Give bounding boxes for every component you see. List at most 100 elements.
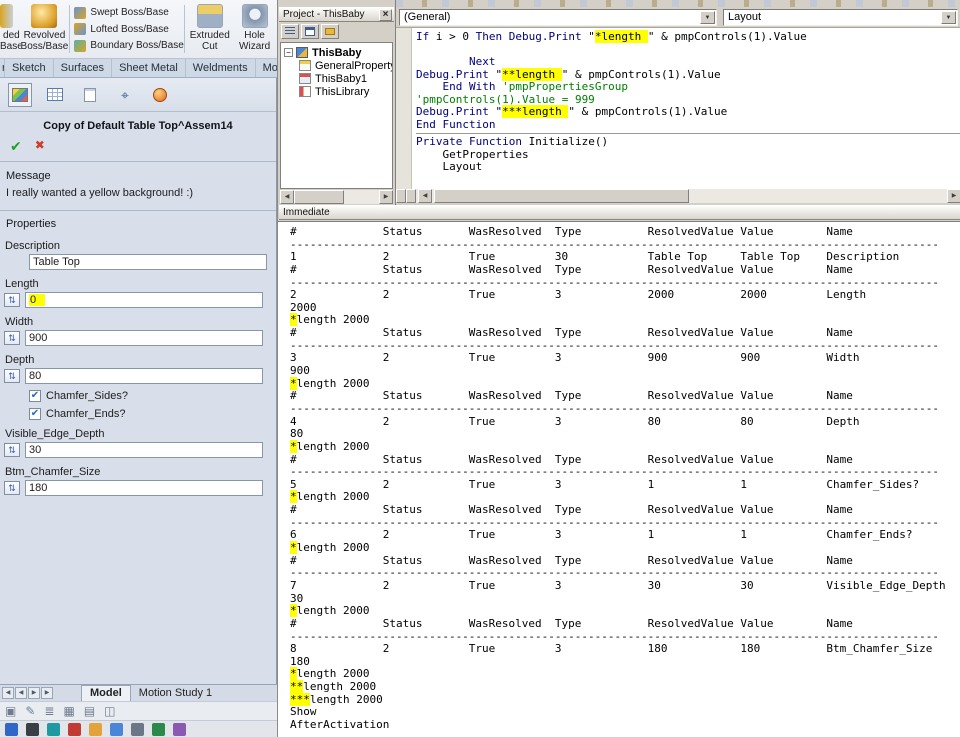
next-tab-icon[interactable]: ▶ xyxy=(28,687,40,699)
chamfer-ends-checkbox[interactable]: ✔ Chamfer_Ends? xyxy=(29,408,276,420)
hole-wizard-icon xyxy=(241,4,268,28)
immediate-line: 6 2 True 3 1 1 Chamfer_Ends? xyxy=(290,528,913,542)
project-explorer-titlebar[interactable]: Project - ThisBaby × xyxy=(279,7,394,22)
vba-editor: Project - ThisBaby × − ThisBaby GeneralP… xyxy=(277,0,960,737)
hole-wizard-button[interactable]: Hole Wizard xyxy=(232,0,277,58)
scroll-left-icon[interactable]: ◀ xyxy=(418,189,432,203)
tab-weldments[interactable]: Weldments xyxy=(186,59,256,77)
toggle-folders-button[interactable] xyxy=(321,24,339,39)
taskbar-icon[interactable] xyxy=(110,722,123,736)
split-handle[interactable] xyxy=(406,189,416,203)
confirm-button[interactable]: ✔ xyxy=(10,138,22,155)
depth-input[interactable]: 80 xyxy=(25,368,263,384)
lines-tool-icon[interactable]: ≣ xyxy=(44,704,54,718)
taskbar-icon[interactable] xyxy=(89,722,102,736)
lofted-boss-base-button[interactable]: Lofted Boss/Base xyxy=(74,23,180,36)
document-icon xyxy=(84,87,96,102)
taskbar-icon[interactable] xyxy=(173,722,186,736)
pencil-tool-icon[interactable]: ✎ xyxy=(25,704,35,718)
grid-tool-icon[interactable]: ▦ xyxy=(63,704,74,718)
extruded-boss-base-button[interactable]: ded Base xyxy=(0,0,21,58)
taskbar-icon[interactable] xyxy=(131,722,144,736)
view-code-button[interactable] xyxy=(281,24,299,39)
extruded-cut-button[interactable]: Extruded Cut xyxy=(187,0,232,58)
width-label: Width xyxy=(5,316,34,328)
tree-item-thisbaby1[interactable]: ThisBaby1 xyxy=(281,72,392,85)
taskbar-icon[interactable] xyxy=(152,722,165,736)
scrollbar-thumb[interactable] xyxy=(434,189,689,203)
close-icon[interactable]: × xyxy=(379,8,392,21)
tab-configuration-manager[interactable] xyxy=(78,83,102,107)
procedure-combobox[interactable]: Layout ▼ xyxy=(723,9,958,26)
project-horizontal-scrollbar[interactable]: ◀ ▶ xyxy=(280,190,393,204)
code-horizontal-scrollbar[interactable]: ◀ ▶ xyxy=(396,189,960,203)
table-icon xyxy=(47,88,63,101)
view-object-button[interactable] xyxy=(301,24,319,39)
boundary-boss-base-button[interactable]: Boundary Boss/Base xyxy=(74,39,184,52)
tab-display-manager[interactable] xyxy=(148,83,172,107)
cancel-button[interactable]: ✖ xyxy=(35,138,45,155)
tab-sketch[interactable]: Sketch xyxy=(5,59,54,77)
last-tab-icon[interactable]: ▶ xyxy=(41,687,53,699)
chevron-down-icon[interactable]: ▼ xyxy=(941,11,956,24)
extruded-boss-base-icon xyxy=(0,4,13,28)
split-handle[interactable] xyxy=(396,189,406,203)
swept-boss-base-button[interactable]: Swept Boss/Base xyxy=(74,6,180,19)
tab-sheet-metal[interactable]: Sheet Metal xyxy=(112,59,186,77)
chamfer-sides-checkbox[interactable]: ✔ Chamfer_Sides? xyxy=(29,390,276,402)
immediate-titlebar[interactable]: Immediate xyxy=(279,205,960,220)
tree-item-generalproperty[interactable]: GeneralProperty xyxy=(281,59,392,72)
code-editor[interactable]: If i > 0 Then Debug.Print "*length " & p… xyxy=(396,28,960,189)
immediate-pane[interactable]: # Status WasResolved Type ResolvedValue … xyxy=(278,221,960,737)
scroll-right-icon[interactable]: ▶ xyxy=(947,189,960,203)
panel-tool-icon[interactable]: ◫ xyxy=(104,704,115,718)
checkbox-label: Chamfer_Sides? xyxy=(46,390,128,402)
taskbar-icon[interactable] xyxy=(5,722,18,736)
window-title: Immediate xyxy=(283,207,330,218)
taskbar-icon[interactable] xyxy=(47,722,60,736)
table-tool-icon[interactable]: ▤ xyxy=(84,704,95,718)
tab-surfaces[interactable]: Surfaces xyxy=(54,59,113,77)
highlighted-value: 0 xyxy=(29,294,46,306)
code-line: Debug.Print "***length " & pmpControls(1… xyxy=(416,105,728,118)
immediate-line: 30 xyxy=(290,591,304,605)
tab-dim-xpert[interactable]: ⌖ xyxy=(113,83,137,107)
scroll-left-icon[interactable]: ◀ xyxy=(280,190,294,204)
tree-item-thislibrary[interactable]: ThisLibrary xyxy=(281,85,392,98)
tree-item-project[interactable]: − ThisBaby xyxy=(281,46,392,59)
button-label: Boundary Boss/Base xyxy=(90,40,184,51)
immediate-line: 5 2 True 3 1 1 Chamfer_Sides? xyxy=(290,477,920,491)
visible-edge-depth-input[interactable]: 30 xyxy=(25,442,263,458)
width-input[interactable]: 900 xyxy=(25,330,263,346)
length-input[interactable]: 0 xyxy=(25,292,263,308)
tab-motion-study[interactable]: Motion Study 1 xyxy=(131,686,220,701)
revolved-boss-base-icon xyxy=(31,4,58,28)
tab-model[interactable]: Model xyxy=(81,685,131,701)
immediate-line: 2000 xyxy=(290,300,317,314)
tab-property-manager[interactable] xyxy=(8,82,32,107)
first-tab-icon[interactable]: ◀ xyxy=(2,687,14,699)
taskbar-icon[interactable] xyxy=(26,722,39,736)
appearance-icon xyxy=(12,87,28,102)
project-explorer: Project - ThisBaby × − ThisBaby GeneralP… xyxy=(278,0,396,205)
ribbon-separator xyxy=(69,5,71,53)
code-line: End Function xyxy=(416,118,960,134)
select-tool-icon[interactable]: ▣ xyxy=(5,704,16,718)
lofted-boss-base-icon xyxy=(74,23,87,35)
collapse-icon[interactable]: − xyxy=(284,48,293,57)
description-input[interactable]: Table Top xyxy=(29,254,267,270)
tab-feature-manager[interactable] xyxy=(43,83,67,107)
tab-nav-buttons: ◀ ◀ ▶ ▶ xyxy=(0,687,55,699)
chevron-down-icon[interactable]: ▼ xyxy=(700,11,715,24)
revolved-boss-base-button[interactable]: Revolved Boss/Base xyxy=(21,0,68,58)
prev-tab-icon[interactable]: ◀ xyxy=(15,687,27,699)
scrollbar-thumb[interactable] xyxy=(294,190,344,204)
object-combobox[interactable]: (General) ▼ xyxy=(399,9,717,26)
object-combobox-value: (General) xyxy=(404,11,451,23)
btm-chamfer-size-input[interactable]: 180 xyxy=(25,480,263,496)
sketch-tools-row: ▣ ✎ ≣ ▦ ▤ ◫ xyxy=(0,701,277,720)
immediate-window: Immediate # Status WasResolved Type Reso… xyxy=(278,205,960,737)
scroll-right-icon[interactable]: ▶ xyxy=(379,190,393,204)
taskbar-icon[interactable] xyxy=(68,722,81,736)
